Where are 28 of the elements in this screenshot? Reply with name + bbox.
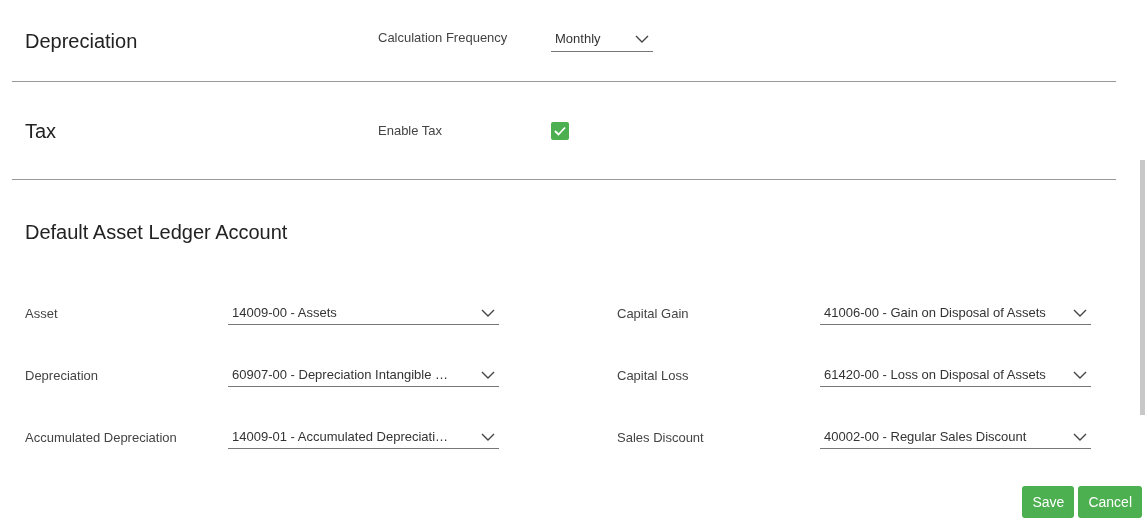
field-label: Accumulated Depreciation <box>25 429 178 448</box>
section-title: Default Asset Ledger Account <box>25 221 288 243</box>
field-label: Capital Loss <box>617 367 690 386</box>
account-dropdown[interactable]: 60907-00 - Depreciation Intangible … <box>228 364 499 388</box>
section-title: Tax <box>24 118 58 144</box>
section-title: Depreciation <box>24 28 139 54</box>
account-dropdown[interactable]: 61420-00 - Loss on Disposal of Assets <box>820 364 1091 388</box>
field-label: Calculation Frequency <box>378 28 509 47</box>
account-dropdown[interactable]: 40002-00 - Regular Sales Discount <box>820 426 1091 450</box>
account-dropdown[interactable]: 14009-01 - Accumulated Depreciati… <box>228 426 499 450</box>
account-dropdown[interactable]: 14009-00 - Assets <box>228 302 499 326</box>
frequency-dropdown[interactable]: Monthly <box>551 29 653 52</box>
account-dropdown[interactable]: 41006-00 - Gain on Disposal of Assets <box>820 302 1091 326</box>
scrollbar[interactable] <box>1140 160 1145 415</box>
chevron-down-icon <box>1073 370 1087 379</box>
field-label: Asset <box>25 305 59 324</box>
chevron-down-icon <box>481 370 495 379</box>
chevron-down-icon <box>1073 308 1087 317</box>
chevron-down-icon <box>1073 432 1087 441</box>
chevron-down-icon <box>481 432 495 441</box>
field-label: Sales Discount <box>617 429 705 448</box>
field-label: Depreciation <box>25 367 99 386</box>
chevron-down-icon <box>635 35 649 43</box>
chevron-down-icon <box>481 308 495 317</box>
field-label: Enable Tax <box>378 121 444 140</box>
enable-tax-checkbox[interactable] <box>551 121 569 140</box>
field-label: Capital Gain <box>617 305 690 324</box>
checkmark-icon <box>554 125 566 136</box>
